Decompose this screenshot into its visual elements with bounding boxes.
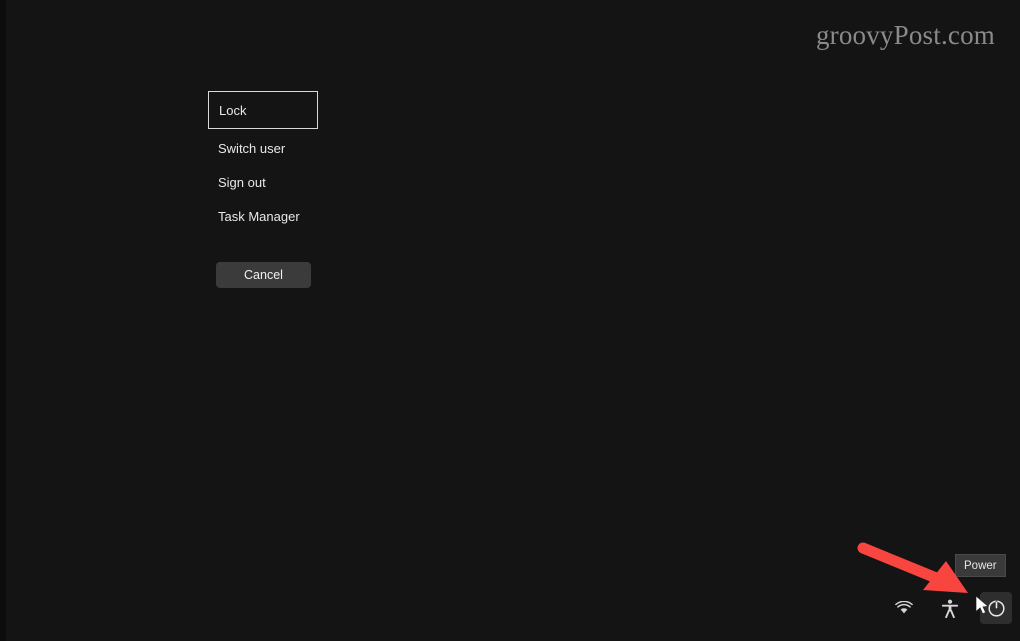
power-tooltip: Power [955, 554, 1006, 577]
menu-item-task-manager[interactable]: Task Manager [208, 199, 320, 233]
wifi-icon [895, 601, 913, 615]
watermark: groovyPost.com [815, 20, 995, 50]
menu-item-task-manager-label: Task Manager [218, 208, 300, 224]
menu-item-sign-out-label: Sign out [218, 174, 266, 190]
cancel-button[interactable]: Cancel [216, 262, 311, 288]
menu-item-lock-label: Lock [219, 102, 247, 118]
accessibility-icon [941, 599, 959, 618]
accessibility-button[interactable] [934, 592, 966, 624]
power-button[interactable] [980, 592, 1012, 624]
system-tray [888, 590, 1012, 626]
menu-item-switch-user-label: Switch user [218, 140, 286, 156]
security-options-menu: Lock Switch user Sign out Task Manager [208, 91, 320, 233]
lock-screen-security-options: groovyPost.com Lock Switch user Sign out… [0, 0, 1020, 641]
menu-item-lock[interactable]: Lock [208, 91, 318, 129]
network-button[interactable] [888, 592, 920, 624]
power-icon [987, 599, 1006, 618]
menu-item-switch-user[interactable]: Switch user [208, 131, 320, 165]
screen-left-edge [0, 0, 6, 641]
menu-item-sign-out[interactable]: Sign out [208, 165, 320, 199]
